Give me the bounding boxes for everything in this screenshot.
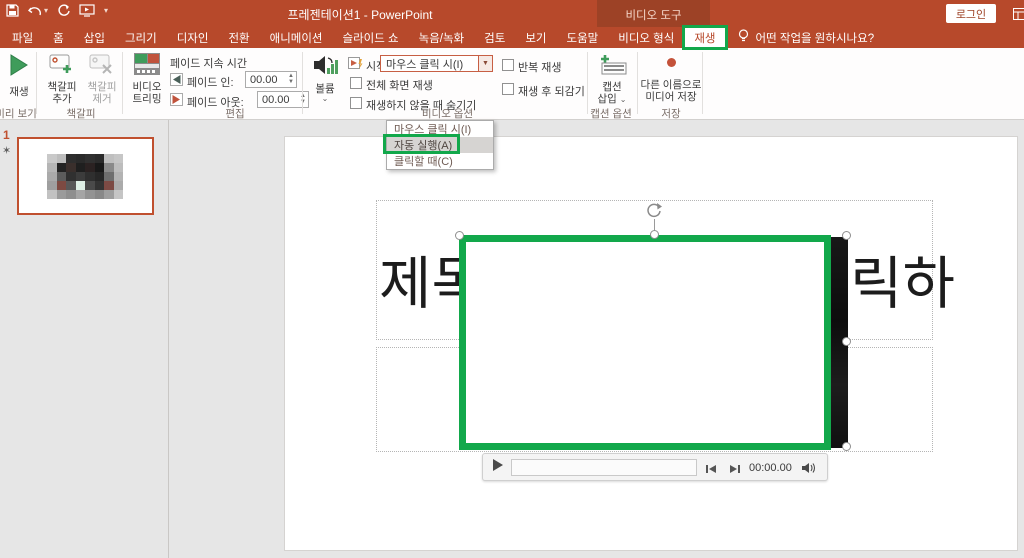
group-separator [587,52,588,114]
menu-item-when-clicked-on[interactable]: 클릭할 때(C) [387,153,493,169]
titlebar: ▾ ▾ 프레젠테이션1 - PowerPoint 비디오 도구 로그인 [0,0,1024,27]
start-dropdown-menu: 마우스 클릭 시(I) 자동 실행(A) 클릭할 때(C) [386,120,494,170]
tab-review[interactable]: 검토 [474,27,515,48]
tab-design[interactable]: 디자인 [167,27,219,48]
volume-dropdown-chevron: ⌄ [321,94,329,103]
save-icon[interactable] [6,4,19,17]
menu-item-automatically[interactable]: 자동 실행(A) [387,137,493,153]
save-media-as-button[interactable]: 다른 이름으로 미디어 저장 [640,52,702,103]
selection-handle-top-center[interactable] [650,230,659,239]
ribbon-tab-bar: 파일 홈 삽입 그리기 디자인 전환 애니메이션 슬라이드 쇼 녹음/녹화 검토… [0,25,1024,50]
media-volume-icon[interactable] [801,461,817,480]
menu-item-on-click-sequence[interactable]: 마우스 클릭 시(I) [387,121,493,137]
add-bookmark-button[interactable]: 책갈피 추가 [42,52,82,105]
start-combo[interactable]: 마우스 클릭 시(I) [380,55,479,72]
slide-thumbnail[interactable] [17,137,154,215]
media-move-back-icon[interactable] [705,462,717,480]
loop-checkbox[interactable] [502,59,514,71]
tab-view[interactable]: 보기 [515,27,556,48]
play-preview-button[interactable]: 재생 [4,52,34,98]
tab-home[interactable]: 홈 [43,27,74,48]
volume-button[interactable]: 볼륨 ⌄ [306,52,344,103]
hide-while-not-playing-checkbox[interactable] [350,97,362,109]
group-separator [302,52,303,114]
thumbnail-mosaic [47,154,123,199]
fade-in-spinner[interactable]: ▲ ▼ [288,73,294,85]
full-screen-label: 전체 화면 재생 [366,80,433,92]
tell-me-box[interactable]: 어떤 작업을 원하시나요? [726,27,875,48]
trim-video-icon [133,52,161,81]
save-media-icon [666,55,677,73]
slide-number: 1 [3,128,10,142]
caption-dropdown-chevron: ⌄ [619,95,627,104]
group-separator [36,52,37,114]
group-label-save: 저장 [661,108,681,120]
volume-icon [312,52,338,83]
animation-indicator-icon: ✶ [2,145,12,157]
start-option-icon [348,57,363,75]
trim-video-button[interactable]: 비디오 트리밍 [127,52,167,105]
add-bookmark-icon [49,52,75,81]
thumbnail-panel-divider[interactable] [168,120,169,558]
tab-animations[interactable]: 애니메이션 [260,27,333,48]
qat-customize-icon[interactable]: ▾ [104,6,108,15]
tab-insert[interactable]: 삽입 [74,27,115,48]
tab-transitions[interactable]: 전환 [218,27,259,48]
group-separator [702,52,703,114]
undo-dropdown-icon[interactable]: ▾ [44,6,48,15]
insert-captions-icon [597,52,627,81]
fade-duration-header: 페이드 지속 시간 [170,58,247,70]
insert-captions-button[interactable]: 캡션 삽입 ⌄ [590,52,634,105]
tab-record[interactable]: 녹음/녹화 [409,27,475,48]
media-play-icon[interactable] [492,458,504,477]
login-button[interactable]: 로그인 [946,4,996,23]
group-separator [637,52,638,114]
tab-slideshow[interactable]: 슬라이드 쇼 [333,27,409,48]
fade-out-icon [170,93,183,111]
loop-label: 반복 재생 [518,62,562,74]
group-label-preview: 미리 보기 [0,108,37,120]
fade-in-field[interactable]: 00.00 ▲ ▼ [245,71,297,88]
undo-icon[interactable]: ▾ [28,5,48,17]
title-text-fragment-right: 릭하 [850,252,955,316]
video-media-bar: 00:00.00 [482,453,828,481]
quick-access-toolbar: ▾ ▾ [6,4,108,17]
lightbulb-icon [738,29,749,46]
annotation-green-box-video[interactable] [459,235,831,450]
redo-icon[interactable] [57,4,70,17]
media-progress-track[interactable] [511,459,697,476]
rewind-label: 재생 후 되감기 [518,86,585,98]
remove-bookmark-button-disabled[interactable]: 책갈피 제거 [83,52,121,105]
media-time: 00:00.00 [749,462,792,474]
tab-video-format[interactable]: 비디오 형식 [608,27,684,48]
full-screen-checkbox[interactable] [350,77,362,89]
start-slideshow-icon[interactable] [79,4,95,17]
tab-file[interactable]: 파일 [2,27,43,48]
remove-bookmark-icon [89,52,115,81]
play-icon [9,54,29,81]
group-label-caption-options: 캡션 옵션 [590,108,632,120]
rewind-checkbox[interactable] [502,83,514,95]
group-label-video-options: 비디오 옵션 [421,108,474,120]
tell-me-label: 어떤 작업을 원하시나요? [755,32,875,45]
ribbon-display-options-icon[interactable] [1013,7,1024,25]
tab-help[interactable]: 도움말 [556,27,608,48]
selection-handle-middle-right[interactable] [842,337,851,346]
fade-in-label: 페이드 인: [187,77,234,89]
media-move-forward-icon[interactable] [729,462,741,480]
tab-draw[interactable]: 그리기 [115,27,167,48]
contextual-tab-group-header: 비디오 도구 [597,0,710,27]
selection-handle-top-left[interactable] [455,231,464,240]
group-label-bookmarks: 책갈피 [66,108,96,120]
document-title: 프레젠테이션1 - PowerPoint [287,8,433,22]
start-combo-arrow[interactable]: ▼ [479,55,493,72]
selection-handle-bottom-right[interactable] [842,442,851,451]
ribbon-playback: 재생 미리 보기 책갈피 추가 책갈피 제거 책갈피 비디오 트리밍 페이드 지… [0,48,1024,120]
group-separator [122,52,123,114]
tab-playback-active[interactable]: 재생 [682,25,728,50]
fade-in-icon [170,73,183,91]
selection-handle-top-right[interactable] [842,231,851,240]
group-label-editing: 편집 [225,108,245,120]
